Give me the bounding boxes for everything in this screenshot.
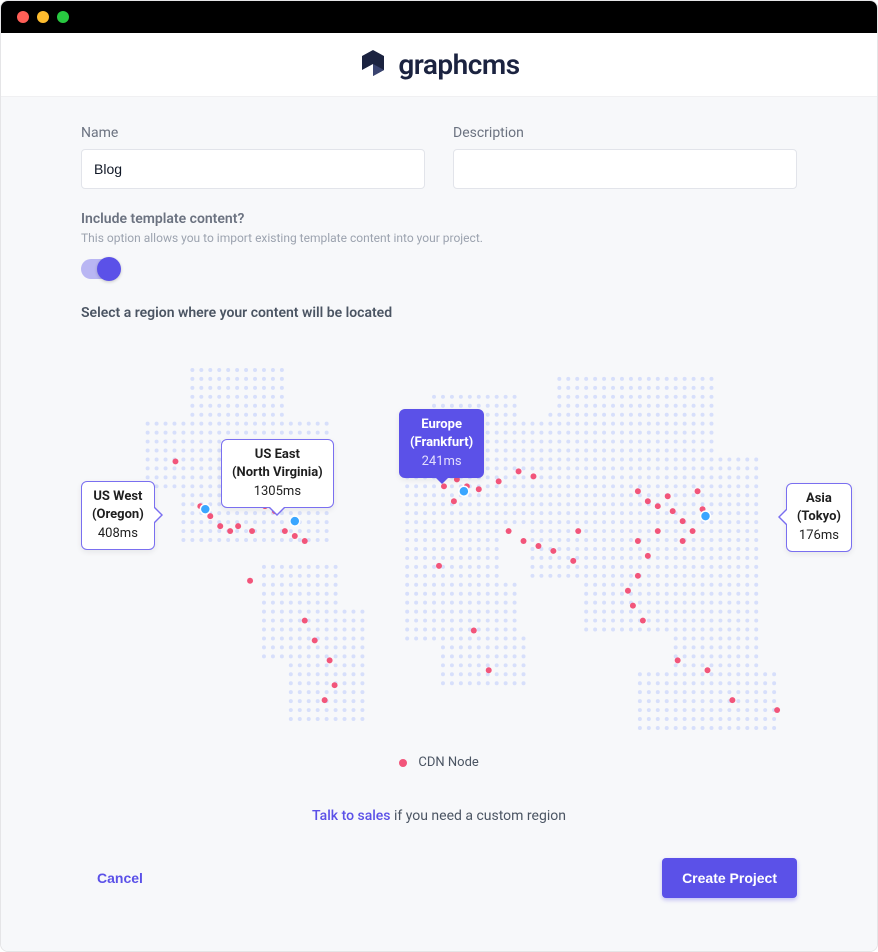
talk-to-sales-link[interactable]: Talk to sales xyxy=(312,808,390,824)
form-body: Name Description Include template conten… xyxy=(1,97,877,951)
region-subtitle: (Tokyo) xyxy=(797,508,841,526)
region-title: US East xyxy=(232,446,323,464)
description-label: Description xyxy=(453,125,797,141)
world-map-icon xyxy=(81,331,797,751)
region-heading: Select a region where your content will … xyxy=(81,305,797,321)
include-template-toggle[interactable] xyxy=(81,259,119,279)
region-latency: 176ms xyxy=(797,527,841,545)
create-project-button[interactable]: Create Project xyxy=(662,858,797,898)
brand-logo: graphcms xyxy=(358,48,519,82)
include-template-help: This option allows you to import existin… xyxy=(81,231,797,245)
region-latency: 1305ms xyxy=(232,483,323,501)
cdn-node-dot-icon xyxy=(399,759,407,767)
description-input[interactable] xyxy=(453,149,797,189)
region-latency: 241ms xyxy=(410,453,473,471)
include-template-question: Include template content? xyxy=(81,211,797,227)
region-option-us-west[interactable]: US West (Oregon) 408ms xyxy=(81,481,155,550)
include-template-section: Include template content? This option al… xyxy=(81,211,797,279)
brand-name: graphcms xyxy=(398,48,519,81)
region-title: US West xyxy=(92,488,144,506)
region-title: Europe xyxy=(410,416,473,434)
region-title: Asia xyxy=(797,490,841,508)
window-titlebar xyxy=(1,1,877,33)
app-window: graphcms Name Description Include templa… xyxy=(0,0,878,952)
brand-mark-icon xyxy=(358,48,388,82)
region-subtitle: (Oregon) xyxy=(92,506,144,524)
region-option-europe[interactable]: Europe (Frankfurt) 241ms xyxy=(399,409,484,478)
map-legend: CDN Node xyxy=(81,755,797,770)
region-subtitle: (Frankfurt) xyxy=(410,434,473,452)
region-subtitle: (North Virginia) xyxy=(232,464,323,482)
name-input[interactable] xyxy=(81,149,425,189)
legend-label: CDN Node xyxy=(418,755,478,770)
region-option-asia[interactable]: Asia (Tokyo) 176ms xyxy=(786,483,852,552)
region-map: US West (Oregon) 408ms US East (North Vi… xyxy=(81,331,797,751)
region-latency: 408ms xyxy=(92,525,144,543)
form-footer: Cancel Create Project xyxy=(81,858,797,928)
cancel-button[interactable]: Cancel xyxy=(81,862,159,894)
window-close-icon[interactable] xyxy=(17,11,29,23)
window-minimize-icon[interactable] xyxy=(37,11,49,23)
region-option-us-east[interactable]: US East (North Virginia) 1305ms xyxy=(221,439,334,508)
header: graphcms xyxy=(1,33,877,97)
toggle-knob-icon xyxy=(97,257,121,281)
custom-region-help: Talk to sales if you need a custom regio… xyxy=(81,808,797,824)
help-suffix: if you need a custom region xyxy=(391,808,566,824)
name-label: Name xyxy=(81,125,425,141)
window-zoom-icon[interactable] xyxy=(57,11,69,23)
description-field-group: Description xyxy=(453,125,797,189)
name-field-group: Name xyxy=(81,125,425,189)
field-row: Name Description xyxy=(81,125,797,189)
